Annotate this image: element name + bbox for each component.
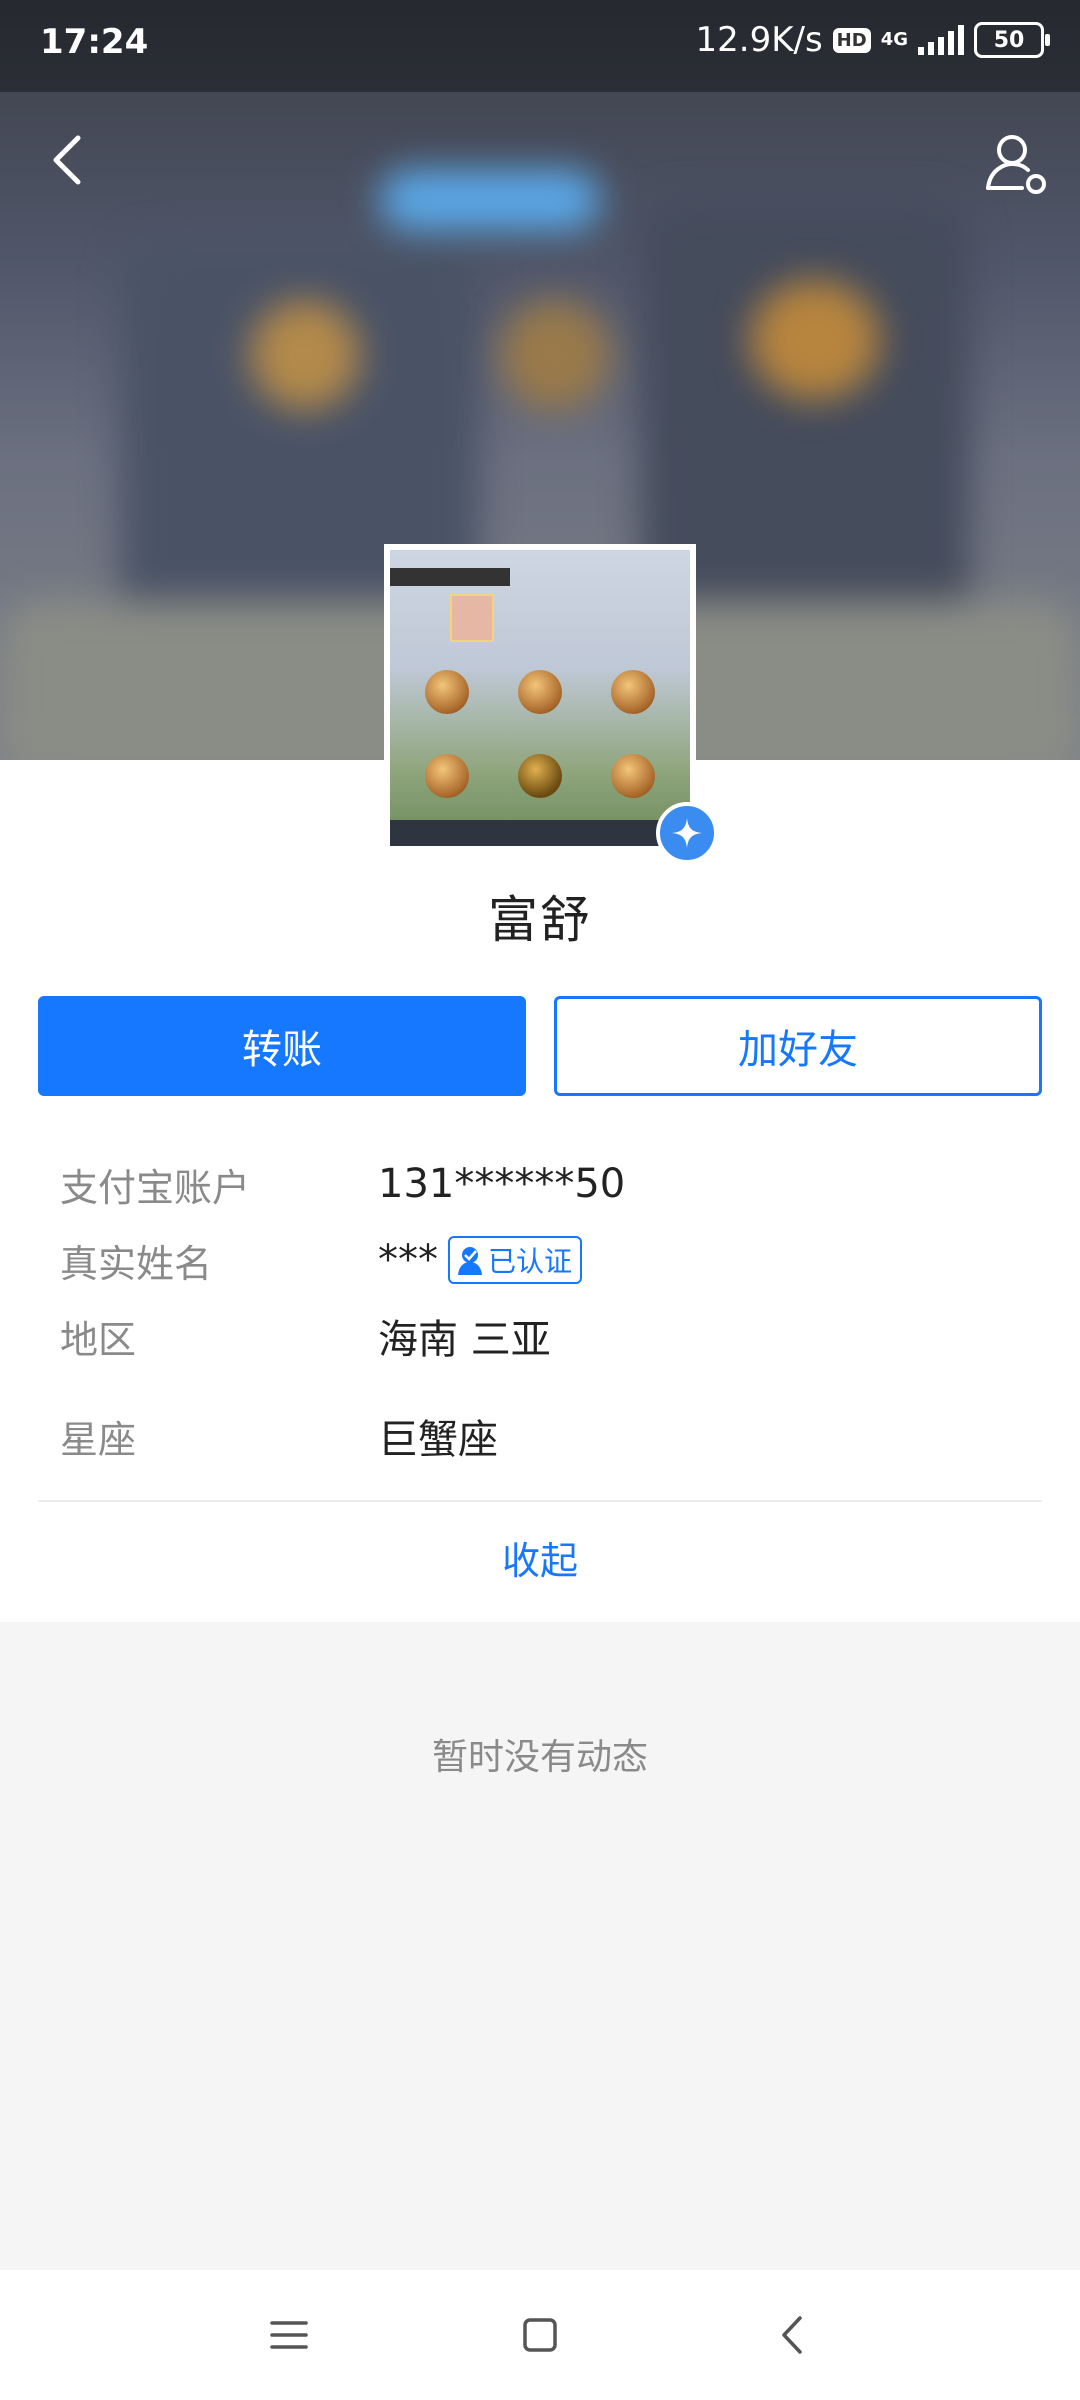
region-label: 地区 — [60, 1317, 137, 1362]
account-row: 支付宝账户 131******50 — [60, 1154, 625, 1214]
verified-star-icon — [656, 802, 718, 864]
system-back-button[interactable] — [768, 2310, 818, 2360]
network-speed: 12.9K/s — [695, 20, 823, 60]
certified-badge-label: 已认证 — [488, 1245, 573, 1278]
region-row: 地区 海南 三亚 — [60, 1306, 551, 1366]
divider — [38, 1500, 1042, 1502]
certified-person-icon — [458, 1247, 482, 1275]
menu-button[interactable] — [264, 2310, 314, 2360]
avatar-image — [390, 550, 690, 846]
avatar[interactable] — [384, 544, 696, 852]
battery-icon: 50 — [974, 22, 1050, 58]
cover-blur-shape — [500, 300, 610, 410]
profile-name: 富舒 — [488, 891, 592, 949]
region-value: 海南 三亚 — [378, 1317, 551, 1363]
status-indicators: 12.9K/s HD 4G 50 — [695, 20, 1050, 60]
account-label: 支付宝账户 — [60, 1165, 251, 1210]
zodiac-label: 星座 — [60, 1417, 137, 1462]
back-arrow-icon — [782, 2316, 802, 2354]
add-friend-button[interactable]: 加好友 — [554, 996, 1042, 1096]
realname-value: *** — [378, 1237, 438, 1283]
signal-icon — [918, 25, 964, 55]
profile-settings-button[interactable] — [982, 130, 1048, 196]
hd-icon: HD — [832, 27, 871, 53]
status-time: 17:24 — [40, 22, 149, 62]
realname-value-wrap: *** 已认证 — [378, 1236, 583, 1284]
system-nav-bar — [0, 2270, 1080, 2400]
home-button[interactable] — [515, 2310, 565, 2360]
chevron-left-icon — [53, 135, 81, 185]
battery-level: 50 — [993, 27, 1025, 53]
zodiac-value: 巨蟹座 — [378, 1417, 498, 1463]
realname-label: 真实姓名 — [60, 1241, 213, 1286]
certified-badge[interactable]: 已认证 — [448, 1236, 583, 1284]
transfer-button[interactable]: 转账 — [38, 996, 526, 1096]
collapse-link[interactable]: 收起 — [0, 1530, 1080, 1585]
network-type: 4G — [880, 29, 908, 50]
user-settings-icon — [986, 135, 1046, 194]
realname-row: 真实姓名 *** 已认证 — [60, 1230, 583, 1290]
zodiac-row: 星座 巨蟹座 — [60, 1406, 498, 1466]
status-bar: 17:24 12.9K/s HD 4G 50 — [0, 0, 1080, 92]
menu-icon — [270, 2321, 308, 2349]
feed-empty-text: 暂时没有动态 — [431, 1737, 648, 1778]
cover-blur-shape — [750, 280, 880, 400]
cover-blur-shape — [380, 170, 600, 230]
account-value: 131******50 — [378, 1161, 626, 1207]
back-button[interactable] — [40, 130, 100, 190]
home-square-icon — [523, 2318, 557, 2352]
cover-blur-shape — [250, 300, 360, 410]
